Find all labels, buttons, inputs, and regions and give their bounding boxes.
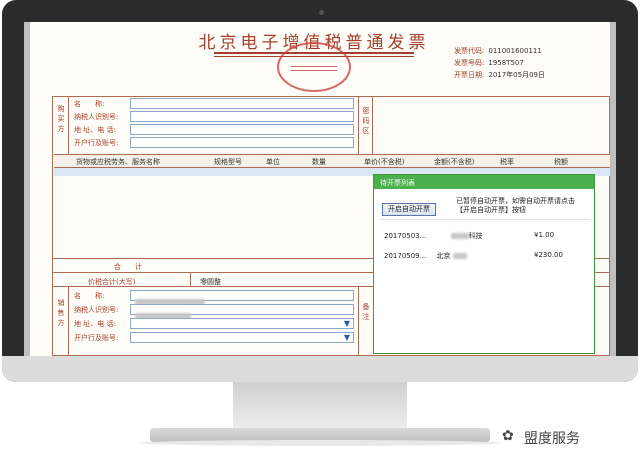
- chevron-down-icon[interactable]: ▼: [344, 333, 350, 342]
- col-amount: 金额(不含税): [434, 158, 475, 166]
- popup-separator: [380, 219, 590, 220]
- password-divider-2: [372, 96, 373, 154]
- monitor-stand-neck: [233, 382, 407, 430]
- buyer-name-label: 名 称:: [74, 100, 105, 108]
- buyer-taxid-label: 纳税人识别号:: [74, 113, 119, 121]
- popup-title: 待开票列表: [374, 175, 594, 189]
- popup-note: 已暂停自动开票，如需自动开票请点击【开启自动开票】按钮: [456, 197, 575, 214]
- invoice-date: 开票日期: 2017年05月09日: [454, 71, 545, 79]
- buyer-address-label: 地 址、电 话:: [74, 126, 116, 134]
- seller-name-label: 名 称:: [74, 292, 105, 300]
- buyer-bank-input[interactable]: [130, 137, 354, 148]
- buyer-divider: [68, 96, 69, 154]
- col-spec: 规格型号: [214, 158, 242, 166]
- chevron-down-icon[interactable]: ▼: [344, 319, 350, 328]
- window-edge-right: [610, 22, 616, 356]
- enable-auto-invoice-button[interactable]: 开启自动开票: [382, 203, 436, 216]
- seller-address-select[interactable]: ▼: [130, 318, 354, 329]
- password-area-label: 密码区: [362, 107, 370, 135]
- seller-name-input[interactable]: [130, 290, 354, 305]
- seller-bank-select[interactable]: ▼: [130, 332, 354, 343]
- col-tax-amount: 税额: [554, 158, 568, 166]
- seller-taxid-input[interactable]: [130, 304, 354, 319]
- window-edge-left: [24, 22, 30, 356]
- col-qty: 数量: [312, 158, 326, 166]
- screen: 北京电子增值税普通发票 发票代码: 011001600111 发票号码: 1958T…: [24, 22, 616, 356]
- list-item[interactable]: 20170503... 科技 ¥1.00: [384, 231, 554, 241]
- buyer-bank-label: 开户行及账号:: [74, 139, 119, 147]
- col-unit-price: 单价(不含税): [364, 158, 405, 166]
- buyer-section-label: 购买方: [57, 105, 65, 133]
- buyer-taxid-input[interactable]: [130, 111, 354, 122]
- monitor-chin: [2, 356, 638, 382]
- wechat-icon: ✿: [502, 428, 514, 444]
- seller-address-label: 地 址、电 话:: [74, 320, 116, 328]
- seller-section-label: 销售方: [57, 299, 65, 327]
- invoice-number: 发票号码: 1958T507: [454, 59, 524, 67]
- col-tax-rate: 税率: [500, 158, 514, 166]
- seal-band: [291, 66, 337, 71]
- buyer-address-input[interactable]: [130, 124, 354, 135]
- buyer-name-input[interactable]: [130, 98, 354, 109]
- remark-label: 备注: [362, 303, 370, 321]
- remark-divider: [358, 286, 359, 356]
- pending-invoice-popup: 待开票列表 开启自动开票 已暂停自动开票，如需自动开票请点击【开启自动开票】按钮…: [373, 174, 595, 354]
- list-item[interactable]: 20170509... 北京 ¥230.00: [384, 251, 563, 261]
- sum-label: 合 计: [114, 263, 142, 271]
- tax-total-divider: [190, 272, 191, 286]
- seller-bank-label: 开户行及账号:: [74, 334, 119, 342]
- webcam-dot: [319, 10, 324, 15]
- stand-shadow: [140, 440, 500, 446]
- seller-divider: [68, 286, 69, 356]
- seller-taxid-label: 纳税人识别号:: [74, 306, 119, 314]
- goods-table-header: 货物或应税劳务、服务名称 规格型号 单位 数量 单价(不含税) 金额(不含税) …: [54, 154, 610, 168]
- invoice-code: 发票代码: 011001600111: [454, 47, 542, 55]
- watermark-text: 盟度服务: [524, 431, 580, 447]
- password-divider: [358, 96, 359, 154]
- col-goods-name: 货物或应税劳务、服务名称: [76, 158, 160, 166]
- col-unit: 单位: [266, 158, 280, 166]
- official-seal-icon: [277, 42, 351, 92]
